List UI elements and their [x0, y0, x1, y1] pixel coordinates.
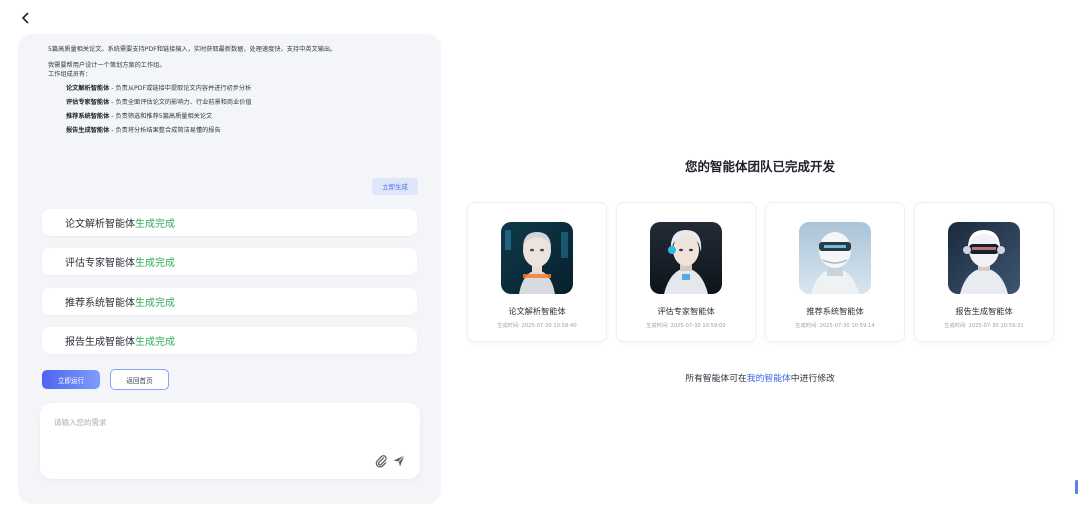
- paperclip-icon[interactable]: [374, 453, 388, 468]
- prompt-line: 工作组成员有：: [48, 71, 92, 79]
- back-home-button[interactable]: 返回首页: [110, 369, 169, 390]
- agent-status-text: 生成完成: [135, 258, 175, 269]
- agent-status-text: 生成完成: [135, 298, 175, 309]
- member-desc: - 负责筛选和推荐5篇高质量相关论文: [109, 112, 213, 120]
- generate-now-button[interactable]: 立即生成: [372, 178, 418, 195]
- agent-card-report-generator[interactable]: 报告生成智能体 生成时间: 2025-07-30 10:59:31: [915, 203, 1053, 341]
- agent-card-evaluator[interactable]: 评估专家智能体 生成时间: 2025-07-30 10:59:00: [617, 203, 755, 341]
- member-name: 推荐系统智能体: [66, 112, 110, 120]
- member-desc: - 负责全面评估论文的影响力、行业前景和商业价值: [109, 98, 252, 106]
- agent-status-card: 评估专家智能体 生成完成: [42, 248, 417, 275]
- chat-input-box: [40, 403, 420, 479]
- agent-card-recommender[interactable]: 推荐系统智能体 生成时间: 2025-07-30 10:59:14: [766, 203, 904, 341]
- team-title: 您的智能体团队已完成开发: [684, 159, 835, 174]
- prompt-line: 5篇高质量相关论文。系统需要支持PDF和链接输入，实时获取最新数据，处理速度快，…: [48, 46, 337, 53]
- member-item: 论文解析智能体 - 负责从PDF或链接中提取论文内容并进行初步分析: [66, 82, 408, 96]
- requirement-input[interactable]: [54, 413, 354, 431]
- agent-card-paper-parser[interactable]: 论文解析智能体 生成时间: 2025-07-30 10:58:40: [468, 203, 606, 341]
- member-name: 论文解析智能体: [66, 84, 110, 92]
- agent-status-name: 报告生成智能体: [65, 337, 135, 348]
- page: 5篇高质量相关论文。系统需要支持PDF和链接输入，实时获取最新数据，处理速度快，…: [0, 0, 1080, 512]
- modify-note-prefix: 所有智能体可在: [685, 374, 747, 384]
- member-name: 评估专家智能体: [66, 98, 110, 106]
- agent-status-card: 论文解析智能体 生成完成: [42, 209, 417, 236]
- member-list: 论文解析智能体 - 负责从PDF或链接中提取论文内容并进行初步分析 评估专家智能…: [48, 82, 408, 138]
- chat-panel: 5篇高质量相关论文。系统需要支持PDF和链接输入，实时获取最新数据，处理速度快，…: [18, 34, 441, 504]
- agent-created-time: 生成时间: 2025-07-30 10:58:40: [497, 323, 577, 329]
- agent-avatar: [650, 222, 722, 294]
- agent-avatar: [501, 222, 573, 294]
- agent-avatar: [948, 222, 1020, 294]
- send-icon[interactable]: [392, 453, 406, 467]
- modify-note-suffix: 中进行修改: [790, 374, 835, 384]
- run-now-button[interactable]: 立即运行: [42, 370, 100, 389]
- agent-status-name: 推荐系统智能体: [65, 298, 135, 309]
- member-item: 推荐系统智能体 - 负责筛选和推荐5篇高质量相关论文: [66, 110, 408, 124]
- member-desc: - 负责将分析结果整合成简洁易懂的报告: [109, 126, 221, 134]
- agent-created-time: 生成时间: 2025-07-30 10:59:14: [795, 323, 875, 329]
- agent-status-name: 评估专家智能体: [65, 258, 135, 269]
- user-prompt: 5篇高质量相关论文。系统需要支持PDF和链接输入，实时获取最新数据，处理速度快，…: [48, 45, 408, 138]
- member-item: 报告生成智能体 - 负责将分析结果整合成简洁易懂的报告: [66, 124, 408, 138]
- agent-name: 评估专家智能体: [657, 306, 715, 316]
- agent-status-text: 生成完成: [135, 219, 175, 230]
- agent-created-time: 生成时间: 2025-07-30 10:59:00: [646, 323, 726, 329]
- agent-created-time: 生成时间: 2025-07-30 10:59:31: [944, 323, 1024, 329]
- agent-name: 论文解析智能体: [508, 306, 566, 316]
- agent-name: 报告生成智能体: [955, 306, 1013, 316]
- agent-avatar: [799, 222, 871, 294]
- my-agents-link[interactable]: 我的智能体: [747, 374, 791, 384]
- member-desc: - 负责从PDF或链接中提取论文内容并进行初步分析: [109, 84, 252, 92]
- agent-status-text: 生成完成: [135, 337, 175, 348]
- modify-note: 所有智能体可在我的智能体中进行修改: [600, 371, 920, 384]
- agent-status-name: 论文解析智能体: [65, 219, 135, 230]
- agent-status-card: 报告生成智能体 生成完成: [42, 327, 417, 354]
- back-button[interactable]: [18, 10, 32, 26]
- agent-status-card: 推荐系统智能体 生成完成: [42, 288, 417, 315]
- prompt-line: 我需要帮用户设计一个策划方案的工作组。: [48, 61, 166, 69]
- agent-name: 推荐系统智能体: [806, 306, 864, 316]
- member-name: 报告生成智能体: [66, 126, 110, 134]
- chevron-left-icon: [21, 12, 29, 24]
- member-item: 评估专家智能体 - 负责全面评估论文的影响力、行业前景和商业价值: [66, 96, 408, 110]
- scrollbar-marker[interactable]: [1075, 480, 1078, 494]
